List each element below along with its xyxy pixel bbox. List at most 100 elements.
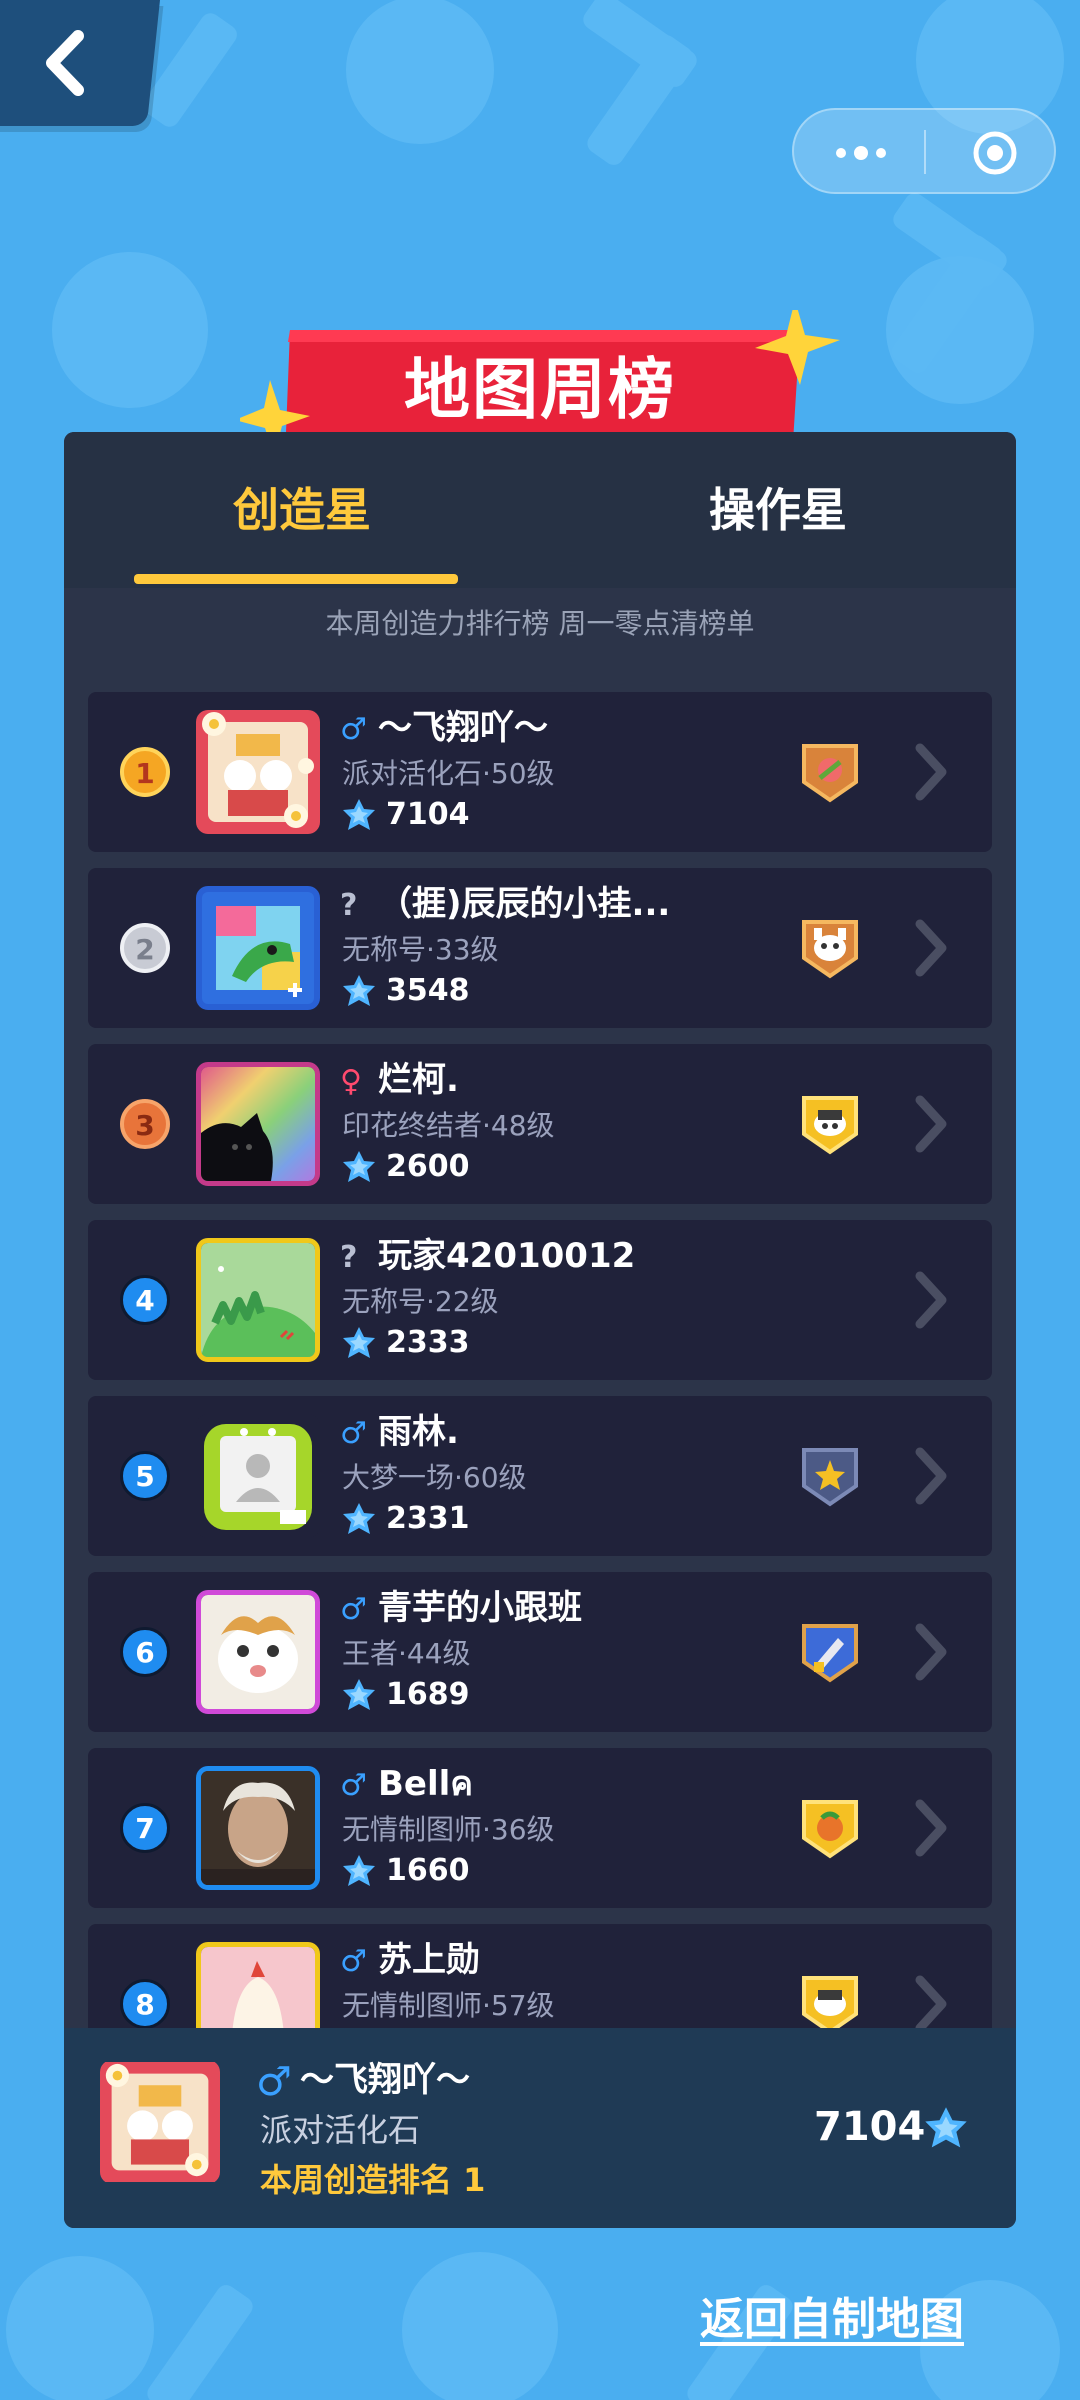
- rank-circle-icon: 6: [120, 1627, 170, 1677]
- avatar[interactable]: [196, 886, 320, 1010]
- rank-badge-icon: [802, 1448, 858, 1507]
- chevron-right-icon[interactable]: [910, 1270, 950, 1330]
- chevron-right-icon[interactable]: [910, 1094, 950, 1154]
- female-icon: ♀: [340, 1064, 362, 1099]
- my-score: 7104: [814, 2104, 926, 2150]
- star-gem-icon: [343, 975, 375, 1006]
- ranking-list[interactable]: 1 ♂ ～飞翔吖～ 派对活化石·50级 7104 2 ? （捱)辰辰的小挂...…: [88, 692, 992, 2048]
- player-title: 王者·44级: [342, 1637, 471, 1670]
- rank-circle-icon: 4: [120, 1275, 170, 1325]
- male-icon: ♂: [340, 1768, 367, 1803]
- chevron-left-icon: [46, 30, 84, 96]
- capsule-divider: [924, 130, 926, 174]
- avatar-image: [201, 1243, 315, 1357]
- score-value: 7104: [386, 797, 470, 832]
- player-name: Bellค: [378, 1764, 474, 1804]
- star-gem-icon: [343, 1503, 375, 1534]
- star-gem-icon: [343, 1679, 375, 1710]
- chevron-right-icon[interactable]: [910, 1622, 950, 1682]
- rank-circle-icon: 7: [120, 1803, 170, 1853]
- score-value: 2333: [386, 1325, 470, 1360]
- star-gem-icon: [343, 799, 375, 830]
- player-name: 玩家42010012: [378, 1236, 636, 1276]
- star-gem-icon: [343, 1327, 375, 1358]
- avatar-image: [202, 892, 314, 1004]
- player-title: 无称号·33级: [342, 933, 499, 966]
- rank-badge-icon: [802, 920, 858, 979]
- ranking-row[interactable]: 5 ♂ 雨林. 大梦一场·60级 2331: [88, 1396, 992, 1556]
- avatar[interactable]: [196, 1414, 320, 1538]
- chevron-right-icon[interactable]: [910, 1974, 950, 2034]
- rank-number: 6: [120, 1627, 170, 1677]
- star-gem-icon: [925, 2107, 967, 2148]
- score-value: 2331: [386, 1501, 470, 1536]
- rank-badge-icon: [802, 1976, 858, 2035]
- avatar[interactable]: [196, 1238, 320, 1362]
- ranking-row[interactable]: 3 ♀ 烂柯. 印花终结者·48级 2600: [88, 1044, 992, 1204]
- unknown-gender-icon: ?: [340, 1240, 358, 1275]
- my-rank-bar: ♂ ～飞翔吖～ 派对活化石 本周创造排名 1 7104: [64, 2028, 1016, 2228]
- tab-bar: 创造星 操作星: [64, 432, 1016, 588]
- my-avatar[interactable]: [100, 2060, 220, 2184]
- player-name: ～飞翔吖～: [378, 708, 548, 748]
- player-name: 青芋的小跟班: [378, 1588, 582, 1628]
- rank-circle-icon: 8: [120, 1979, 170, 2029]
- avatar-image: [100, 2062, 220, 2182]
- capsule-menu: [792, 108, 1056, 194]
- avatar[interactable]: [196, 710, 320, 834]
- avatar-image: [201, 1067, 315, 1181]
- tab-operator-star[interactable]: 操作星: [540, 432, 1016, 588]
- score-value: 1660: [386, 1853, 470, 1888]
- rank-medal-silver-icon: 2: [120, 923, 170, 973]
- male-icon: ♂: [340, 1416, 367, 1451]
- rank-number: 4: [120, 1275, 170, 1325]
- active-tab-indicator: [134, 574, 458, 584]
- score-value: 3548: [386, 973, 470, 1008]
- star-gem-icon: [343, 1151, 375, 1182]
- player-name: 苏上勋: [378, 1940, 480, 1980]
- male-icon: ♂: [340, 712, 367, 747]
- leaderboard-subtitle: 本周创造力排行榜 周一零点清榜单: [325, 607, 755, 640]
- ranking-row[interactable]: 1 ♂ ～飞翔吖～ 派对活化石·50级 7104: [88, 692, 992, 852]
- avatar-image: [201, 1771, 315, 1885]
- chevron-right-icon[interactable]: [910, 742, 950, 802]
- player-title: 无称号·22级: [342, 1285, 499, 1318]
- player-name: 烂柯.: [378, 1060, 459, 1100]
- rank-number: 1: [120, 747, 170, 797]
- ranking-row[interactable]: 2 ? （捱)辰辰的小挂... 无称号·33级 3548: [88, 868, 992, 1028]
- player-title: 印花终结者·48级: [342, 1109, 555, 1142]
- return-to-custom-maps-link[interactable]: 返回自制地图: [700, 2290, 964, 2350]
- player-title: 派对活化石·50级: [342, 757, 555, 790]
- rank-number: 8: [120, 1979, 170, 2029]
- ranking-row[interactable]: 6 ♂ 青芋的小跟班 王者·44级 1689: [88, 1572, 992, 1732]
- avatar[interactable]: [196, 1590, 320, 1714]
- rank-number: 5: [120, 1451, 170, 1501]
- tab-creator-star[interactable]: 创造星: [64, 432, 540, 588]
- male-icon: ♂: [256, 2059, 292, 2105]
- rank-number: 7: [120, 1803, 170, 1853]
- avatar[interactable]: [196, 1766, 320, 1890]
- my-name: ～飞翔吖～: [300, 2060, 470, 2100]
- ranking-row[interactable]: 4 ? 玩家42010012 无称号·22级 2333: [88, 1220, 992, 1380]
- avatar-image: [201, 1595, 315, 1709]
- my-weekly-rank: 本周创造排名 1: [260, 2161, 486, 2199]
- chevron-right-icon[interactable]: [910, 1446, 950, 1506]
- player-title: 无情制图师·36级: [342, 1813, 555, 1846]
- rank-medal-gold-icon: 1: [120, 747, 170, 797]
- player-name: 雨林.: [378, 1412, 459, 1452]
- rank-medal-bronze-icon: 3: [120, 1099, 170, 1149]
- chevron-right-icon[interactable]: [910, 1798, 950, 1858]
- player-title: 无情制图师·57级: [342, 1989, 555, 2022]
- rank-badge-icon: [802, 1624, 858, 1683]
- avatar[interactable]: [196, 1062, 320, 1186]
- avatar-image: [196, 1414, 320, 1538]
- avatar-image: [196, 710, 320, 834]
- unknown-gender-icon: ?: [340, 888, 358, 923]
- chevron-right-icon[interactable]: [910, 918, 950, 978]
- target-icon[interactable]: [972, 130, 1018, 176]
- rank-number: 2: [120, 923, 170, 973]
- more-dots-icon[interactable]: [834, 146, 890, 160]
- male-icon: ♂: [340, 1944, 367, 1979]
- ranking-row[interactable]: 7 ♂ Bellค 无情制图师·36级 1660: [88, 1748, 992, 1908]
- rank-number: 3: [120, 1099, 170, 1149]
